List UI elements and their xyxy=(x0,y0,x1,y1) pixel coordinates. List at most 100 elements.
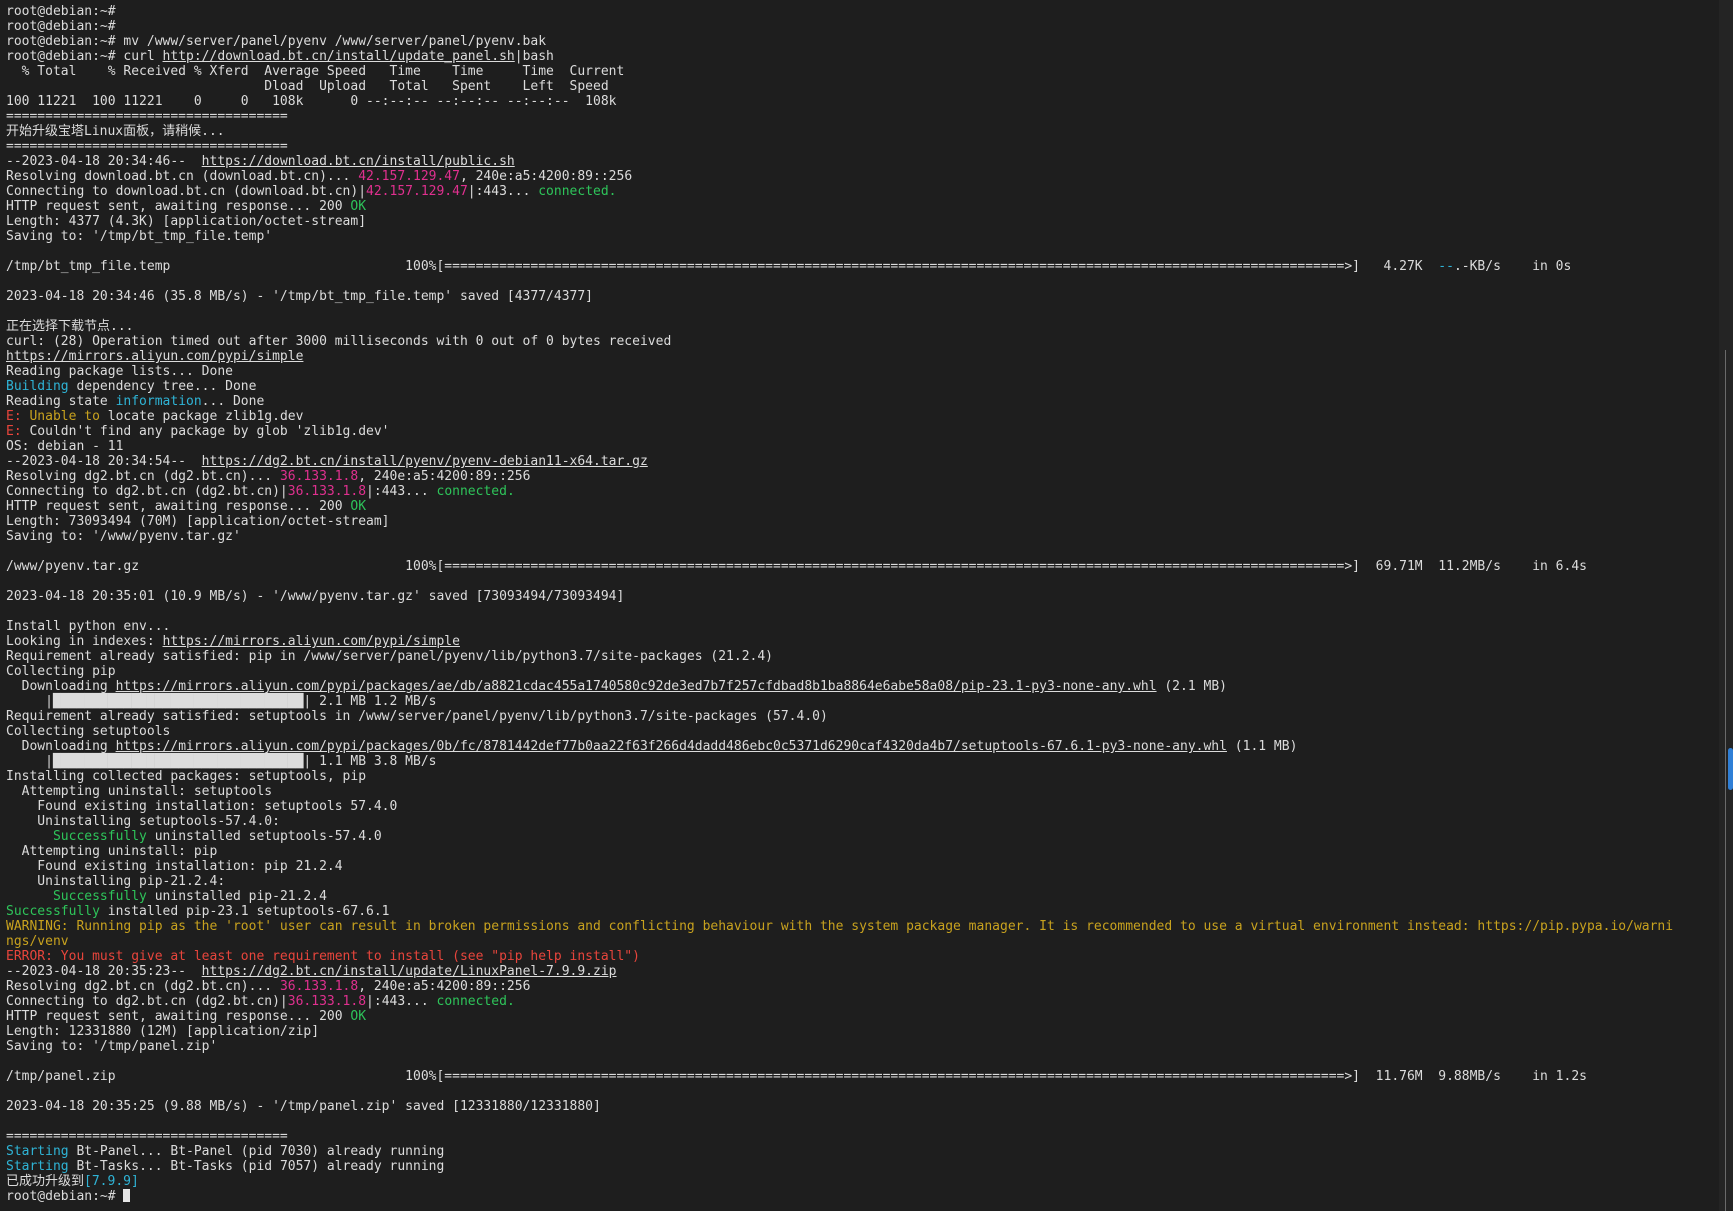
terminal-line: % Total % Received % Xferd Average Speed… xyxy=(6,64,1706,79)
terminal-text[interactable]: https://mirrors.aliyun.com/pypi/simple xyxy=(6,349,303,364)
terminal-text: 正在选择下载节点... xyxy=(6,319,134,334)
scrollbar-track[interactable] xyxy=(1719,0,1733,1211)
terminal-text: connected. xyxy=(538,184,617,199)
terminal-text: Downloading xyxy=(6,679,116,694)
terminal-text: , 240e:a5:4200:89::256 xyxy=(459,169,633,184)
terminal-text[interactable]: https://mirrors.aliyun.com/pypi/simple xyxy=(163,634,460,649)
terminal-text[interactable]: https://dg2.bt.cn/install/update/LinuxPa… xyxy=(202,964,617,979)
terminal-line: root@debian:~# xyxy=(6,4,1706,19)
terminal-text: 36.133.1.8 xyxy=(287,994,367,1009)
terminal-output[interactable]: root@debian:~# root@debian:~# root@debian:… xyxy=(6,4,1706,1204)
terminal-text: (1.1 MB) xyxy=(1226,739,1298,754)
terminal-text[interactable]: https://download.bt.cn/install/public.sh xyxy=(202,154,515,169)
terminal-line: Starting Bt-Tasks... Bt-Tasks (pid 7057)… xyxy=(6,1159,1706,1174)
terminal-line: Connecting to dg2.bt.cn (dg2.bt.cn)|36.1… xyxy=(6,994,1706,1009)
terminal-text: Resolving download.bt.cn (download.bt.cn… xyxy=(6,169,359,184)
terminal-text: |:443... xyxy=(467,184,539,199)
terminal-line: Resolving dg2.bt.cn (dg2.bt.cn)... 36.13… xyxy=(6,469,1706,484)
terminal-text: Bt-Tasks... Bt-Tasks (pid 7057) already … xyxy=(68,1159,445,1174)
terminal-line: HTTP request sent, awaiting response... … xyxy=(6,499,1706,514)
terminal-line: /www/pyenv.tar.gz 100%[=================… xyxy=(6,559,1706,574)
terminal-text: Attempting uninstall: setuptools xyxy=(6,784,273,799)
scrollbar-line xyxy=(1725,350,1726,1211)
terminal-text: root@debian:~# xyxy=(6,4,116,19)
terminal-line: Successfully installed pip-23.1 setuptoo… xyxy=(6,904,1706,919)
terminal-text: Length: 73093494 (70M) [application/octe… xyxy=(6,514,390,529)
terminal-line: ERROR: You must give at least one requir… xyxy=(6,949,1706,964)
terminal-line: --2023-04-18 20:35:23-- https://dg2.bt.c… xyxy=(6,964,1706,979)
terminal-text: Reading state xyxy=(6,394,116,409)
terminal-line: 2023-04-18 20:35:01 (10.9 MB/s) - '/www/… xyxy=(6,589,1706,604)
terminal-text: -- xyxy=(1438,259,1454,274)
terminal-text: 42.157.129.47 xyxy=(358,169,460,184)
terminal-text: root@debian:~# mv /www/server/panel/pyen… xyxy=(6,34,547,49)
terminal-text: Length: 12331880 (12M) [application/zip] xyxy=(6,1024,320,1039)
terminal-text: --2023-04-18 20:34:46-- xyxy=(6,154,202,169)
terminal-line: |████████████████████████████████| 1.1 M… xyxy=(6,754,1706,769)
terminal-text: , 240e:a5:4200:89::256 xyxy=(358,979,531,994)
terminal-text: --2023-04-18 20:34:54-- xyxy=(6,454,202,469)
terminal-text: 2023-04-18 20:35:25 (9.88 MB/s) - '/tmp/… xyxy=(6,1099,601,1114)
terminal-line: https://mirrors.aliyun.com/pypi/simple xyxy=(6,349,1706,364)
terminal-text: , 240e:a5:4200:89::256 xyxy=(358,469,531,484)
terminal-line: Uninstalling pip-21.2.4: xyxy=(6,874,1706,889)
terminal-line: |████████████████████████████████| 2.1 M… xyxy=(6,694,1706,709)
terminal-text[interactable]: http://download.bt.cn/install/update_pan… xyxy=(163,49,515,64)
terminal-line: 100 11221 100 11221 0 0 108k 0 --:--:-- … xyxy=(6,94,1706,109)
terminal-text[interactable]: https://mirrors.aliyun.com/pypi/packages… xyxy=(116,739,1227,754)
terminal-text: ... Done xyxy=(201,394,265,409)
terminal-text: Couldn't find any package by glob 'zlib1… xyxy=(21,424,390,439)
terminal-text: 开始升级宝塔Linux面板，请稍候... xyxy=(6,124,225,139)
terminal-text: ERROR: You must give at least one requir… xyxy=(6,949,640,964)
terminal-line: Length: 73093494 (70M) [application/octe… xyxy=(6,514,1706,529)
terminal-line: Successfully uninstalled setuptools-57.4… xyxy=(6,829,1706,844)
terminal-text: Uninstalling pip-21.2.4: xyxy=(6,874,226,889)
terminal-text: Saving to: '/www/pyenv.tar.gz' xyxy=(6,529,241,544)
terminal-text: /tmp/bt_tmp_file.temp 100%[=============… xyxy=(6,259,1439,274)
terminal-text: |bash xyxy=(514,49,554,64)
terminal-text: curl: (28) Operation timed out after 300… xyxy=(6,334,672,349)
terminal-text: Connecting to dg2.bt.cn (dg2.bt.cn)| xyxy=(6,484,288,499)
terminal-text: Bt-Panel... Bt-Panel (pid 7030) already … xyxy=(68,1144,445,1159)
terminal-text: [7.9.9] xyxy=(84,1174,139,1189)
terminal-text: 42.157.129.47 xyxy=(366,184,468,199)
terminal-line: ==================================== xyxy=(6,139,1706,154)
terminal-text: OK xyxy=(350,1009,367,1024)
terminal-line: HTTP request sent, awaiting response... … xyxy=(6,199,1706,214)
terminal-line: /tmp/panel.zip 100%[====================… xyxy=(6,1069,1706,1084)
terminal-text: Starting xyxy=(6,1159,69,1174)
terminal-text: ==================================== xyxy=(6,1129,288,1144)
terminal-text: Attempting uninstall: pip xyxy=(6,844,218,859)
terminal-line: Starting Bt-Panel... Bt-Panel (pid 7030)… xyxy=(6,1144,1706,1159)
terminal-line: Requirement already satisfied: pip in /w… xyxy=(6,649,1706,664)
terminal-line: Reading state information... Done xyxy=(6,394,1706,409)
cursor xyxy=(123,1189,131,1202)
terminal-line: E: Couldn't find any package by glob 'zl… xyxy=(6,424,1706,439)
terminal-text: 36.133.1.8 xyxy=(279,469,359,484)
terminal-line: Attempting uninstall: pip xyxy=(6,844,1706,859)
scrollbar-thumb[interactable] xyxy=(1728,748,1733,790)
terminal-text: root@debian:~# xyxy=(6,19,116,34)
terminal-text: dependency tree... Done xyxy=(68,379,257,394)
terminal-line: ==================================== xyxy=(6,109,1706,124)
terminal-line: Collecting pip xyxy=(6,664,1706,679)
terminal-text: /tmp/panel.zip 100%[====================… xyxy=(6,1069,1587,1084)
terminal-line: --2023-04-18 20:34:54-- https://dg2.bt.c… xyxy=(6,454,1706,469)
terminal-text: HTTP request sent, awaiting response... … xyxy=(6,499,351,514)
terminal-text[interactable]: https://dg2.bt.cn/install/pyenv/pyenv-de… xyxy=(202,454,648,469)
terminal-line: Install python env... xyxy=(6,619,1706,634)
terminal-line: Resolving dg2.bt.cn (dg2.bt.cn)... 36.13… xyxy=(6,979,1706,994)
terminal-text: root@debian:~# xyxy=(6,1189,124,1204)
terminal-text[interactable]: https://mirrors.aliyun.com/pypi/packages… xyxy=(116,679,1157,694)
terminal-line: Downloading https://mirrors.aliyun.com/p… xyxy=(6,739,1706,754)
terminal-text: locate package zlib1g.dev xyxy=(99,409,304,424)
terminal-line: 开始升级宝塔Linux面板，请稍候... xyxy=(6,124,1706,139)
terminal-line: root@debian:~# xyxy=(6,19,1706,34)
terminal-text: information xyxy=(115,394,202,409)
terminal-text: Successfully xyxy=(52,829,147,844)
terminal-line: ngs/venv xyxy=(6,934,1706,949)
